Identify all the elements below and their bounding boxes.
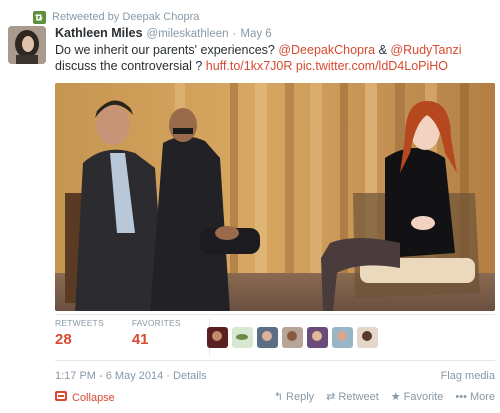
favoriter-avatar[interactable] bbox=[282, 327, 303, 348]
tweet-text-part: Do we inherit our parents' experiences? bbox=[55, 43, 279, 57]
retweeted-by-text: Retweeted by Deepak Chopra bbox=[52, 11, 199, 23]
reply-label: Reply bbox=[286, 391, 315, 403]
favorites-count: 41 bbox=[131, 331, 149, 348]
collapse-icon bbox=[55, 391, 67, 404]
details-link[interactable]: Details bbox=[173, 370, 207, 382]
retweeted-by-bar: Retweeted by Deepak Chopra bbox=[33, 9, 199, 25]
retweets-stat[interactable]: RETWEETS 28 bbox=[55, 318, 104, 348]
retweet-label: Retweet bbox=[338, 391, 379, 403]
author-username[interactable]: @mileskathleen bbox=[147, 28, 229, 40]
divider bbox=[55, 360, 495, 361]
favoriter-avatar[interactable] bbox=[207, 327, 228, 348]
retweet-icon bbox=[33, 10, 46, 24]
reply-arrow-icon: ↰ bbox=[273, 390, 284, 403]
reply-button[interactable]: ↰ Reply bbox=[274, 391, 314, 403]
tweet-actions: Collapse ↰ Reply ⇄ Retweet ★ Favorite ••… bbox=[55, 389, 495, 407]
retweet-icon: ⇄ bbox=[326, 390, 336, 403]
tweet-media-photo[interactable] bbox=[55, 83, 495, 311]
collapse-button[interactable]: Collapse bbox=[55, 391, 115, 404]
favoriter-avatar[interactable] bbox=[332, 327, 353, 348]
tweet-text: Do we inherit our parents' experiences? … bbox=[55, 42, 495, 74]
author-fullname[interactable]: Kathleen Miles bbox=[55, 26, 143, 40]
tweet-text-part: & bbox=[375, 43, 391, 57]
favorites-stat[interactable]: FAVORITES 41 bbox=[132, 318, 181, 348]
favorite-label: Favorite bbox=[403, 391, 444, 403]
favorite-button[interactable]: ★ Favorite bbox=[391, 391, 444, 403]
retweeted-by-prefix: Retweeted by bbox=[52, 11, 120, 23]
tweet-header: Kathleen Miles @mileskathleen · May 6 bbox=[55, 26, 272, 41]
more-button[interactable]: ••• More bbox=[455, 391, 495, 403]
ellipsis-icon: ••• bbox=[455, 390, 467, 403]
avatar[interactable] bbox=[8, 26, 46, 64]
retweet-button[interactable]: ⇄ Retweet bbox=[326, 391, 379, 403]
favoriter-avatar[interactable] bbox=[232, 327, 253, 348]
divider bbox=[55, 314, 495, 315]
star-icon: ★ bbox=[390, 390, 401, 403]
retweeter-link[interactable]: Deepak Chopra bbox=[122, 11, 199, 23]
tweet-time[interactable]: May 6 bbox=[240, 28, 271, 40]
retweets-count: 28 bbox=[55, 331, 72, 348]
favoriter-avatar[interactable] bbox=[357, 327, 378, 348]
favoriters-avatars bbox=[207, 327, 378, 348]
collapse-label: Collapse bbox=[72, 391, 115, 404]
tweet-action-buttons: ↰ Reply ⇄ Retweet ★ Favorite ••• More bbox=[274, 391, 495, 403]
header-separator: · bbox=[232, 28, 237, 40]
tweet-stats: RETWEETS 28 FAVORITES 41 bbox=[55, 318, 222, 356]
favorites-label: FAVORITES bbox=[131, 318, 181, 328]
more-label: More bbox=[469, 391, 495, 403]
media-link[interactable]: pic.twitter.com/ldD4LoPiHO bbox=[296, 59, 448, 73]
timestamp-line: 1:17 PM - 6 May 2014 · Details bbox=[55, 370, 207, 382]
url-link[interactable]: huff.to/1kx7J0R bbox=[206, 59, 293, 73]
timestamp: 1:17 PM - 6 May 2014 bbox=[55, 370, 164, 382]
tweet-footer: 1:17 PM - 6 May 2014 · Details Flag medi… bbox=[55, 370, 495, 384]
flag-media-link[interactable]: Flag media bbox=[441, 370, 495, 382]
details-separator: · bbox=[163, 370, 174, 382]
retweets-label: RETWEETS bbox=[55, 318, 104, 328]
mention-link[interactable]: @RudyTanzi bbox=[390, 43, 461, 57]
favoriter-avatar[interactable] bbox=[307, 327, 328, 348]
tweet-text-part: discuss the controversial ? bbox=[55, 59, 206, 73]
mention-link[interactable]: @DeepakChopra bbox=[278, 43, 375, 57]
favoriter-avatar[interactable] bbox=[257, 327, 278, 348]
